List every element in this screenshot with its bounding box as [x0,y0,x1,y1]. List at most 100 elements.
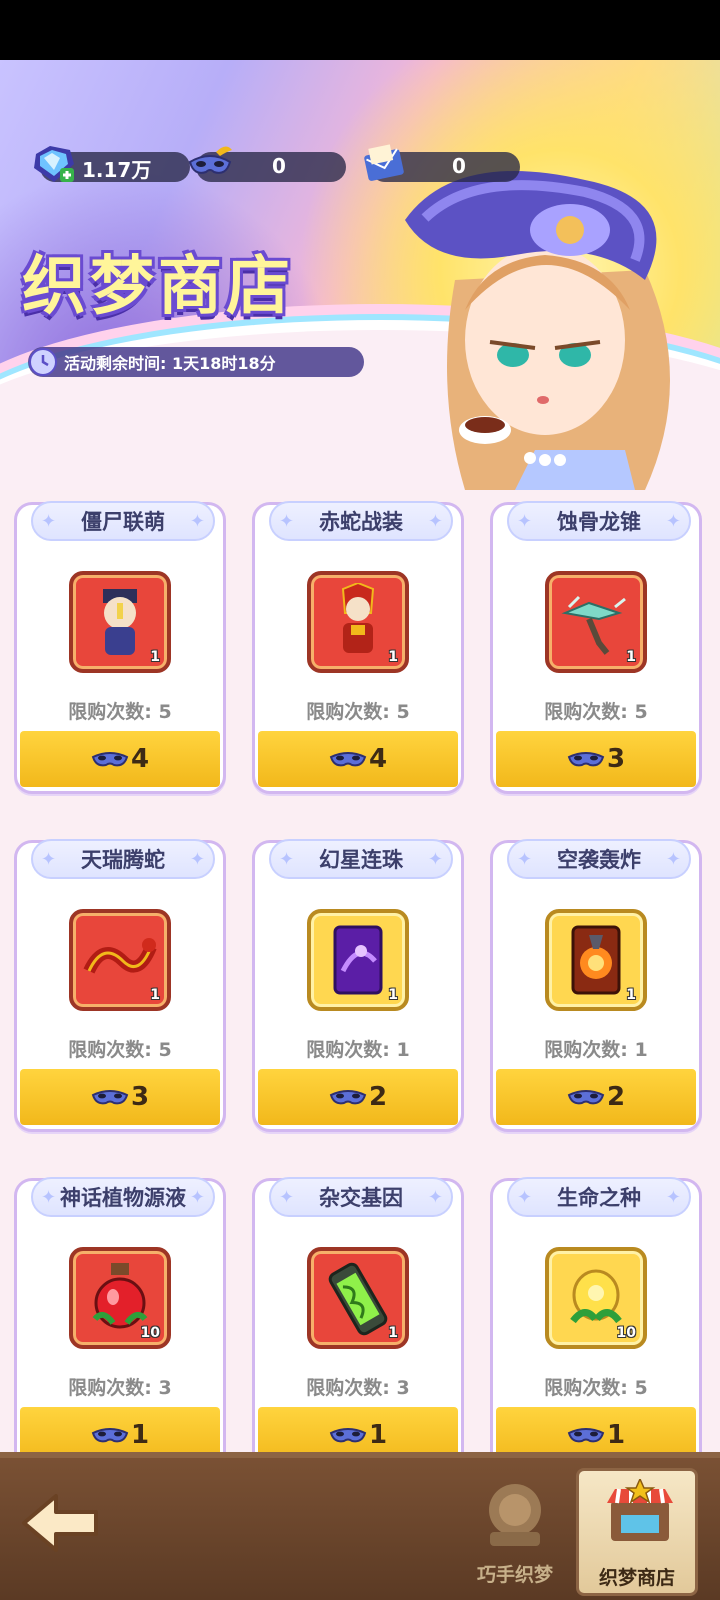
purchase-limit: 限购次数: 1 [544,1039,648,1061]
item-icon-frame[interactable]: 1 [545,571,647,673]
shop-item-card[interactable]: 神话植物源液 10 限购次数: 3 1 [14,1177,226,1465]
masquerade-mask-icon [91,752,129,767]
clock-icon [29,348,57,376]
item-name: 神话植物源液 [31,1177,215,1217]
item-count: 1 [388,1325,398,1341]
item-icon-frame[interactable]: 1 [307,1247,409,1349]
item-name: 生命之种 [507,1177,691,1217]
airstrike-card-icon [571,925,621,995]
masquerade-mask-icon [91,1090,129,1105]
shop-item-card[interactable]: 蚀骨龙锥 1 限购次数: 5 3 [490,501,702,794]
item-count: 10 [616,1325,636,1341]
buy-button[interactable]: 4 [20,731,220,787]
diamond-amount: 1.17万 [82,158,152,182]
price-amount: 3 [130,1082,150,1112]
price-amount: 4 [130,744,150,774]
buy-button[interactable]: 3 [496,731,696,787]
price-amount: 1 [606,1420,626,1450]
item-name: 杂交基因 [269,1177,453,1217]
envelope-currency[interactable]: 0 [364,144,520,182]
bone-dragon-weapon-icon [561,595,626,655]
shop-item-card[interactable]: 幻星连珠 1 限购次数: 1 2 [252,839,464,1132]
diamond-plus-icon [34,146,74,182]
envelope-amount: 0 [452,154,466,178]
item-name: 幻星连珠 [269,839,453,879]
purchase-limit: 限购次数: 3 [306,1377,410,1399]
purchase-limit: 限购次数: 5 [306,701,410,723]
tab-label: 巧手织梦 [476,1564,553,1586]
price-amount: 2 [368,1082,388,1112]
event-timer: 活动剩余时间: 1天18时18分 [28,347,364,377]
item-name: 空袭轰炸 [507,839,691,879]
item-icon-frame[interactable]: 10 [545,1247,647,1349]
shop-item-card[interactable]: 僵尸联萌 1 限购次数: 5 4 [14,501,226,794]
bottom-navigation: 巧手织梦 织梦商店 [0,1452,720,1600]
item-name: 赤蛇战装 [269,501,453,541]
weaving-workshop-icon [489,1484,541,1546]
timer-value: 1天18时18分 [171,354,276,373]
masquerade-mask-icon [91,1428,129,1443]
masquerade-mask-icon [329,752,367,767]
price-amount: 1 [130,1420,150,1450]
timer-label: 活动剩余时间: [64,354,172,373]
page-title: 织梦商店 [22,250,294,324]
item-icon-frame[interactable]: 1 [307,909,409,1011]
masquerade-mask-icon [567,752,605,767]
price-amount: 4 [368,744,388,774]
item-count: 10 [140,1325,160,1341]
header-banner: 1.17万 0 0 织梦商店 活动剩余时间: 1天18时18分 [0,60,720,490]
buy-button[interactable]: 2 [496,1069,696,1125]
buy-button[interactable]: 2 [258,1069,458,1125]
shop-item-card[interactable]: 空袭轰炸 1 限购次数: 1 2 [490,839,702,1132]
purple-star-card-icon [333,925,383,995]
price-amount: 3 [606,744,626,774]
item-icon-frame[interactable]: 1 [545,909,647,1011]
shop-item-card[interactable]: 杂交基因 1 限购次数: 3 1 [252,1177,464,1465]
gene-capsule-icon [328,1262,388,1336]
tab-weaving-workshop[interactable]: 巧手织梦 [454,1468,576,1596]
masquerade-mask-icon [188,146,232,174]
shop-item-card[interactable]: 天瑞腾蛇 1 限购次数: 5 3 [14,839,226,1132]
purchase-limit: 限购次数: 1 [306,1039,410,1061]
shop-item-card[interactable]: 赤蛇战装 1 限购次数: 5 4 [252,501,464,794]
zombie-character-icon [103,589,137,655]
purchase-limit: 限购次数: 5 [544,1377,648,1399]
mask-currency[interactable]: 0 [188,146,346,182]
item-icon-frame[interactable]: 10 [69,1247,171,1349]
masquerade-mask-icon [567,1090,605,1105]
item-count: 1 [388,987,398,1003]
price-amount: 1 [368,1420,388,1450]
item-name: 天瑞腾蛇 [31,839,215,879]
price-amount: 2 [606,1082,626,1112]
item-icon-frame[interactable]: 1 [69,909,171,1011]
diamond-currency[interactable]: 1.17万 [34,146,190,182]
item-count: 1 [626,987,636,1003]
shop-grid: 僵尸联萌 1 限购次数: 5 4 赤蛇战装 [0,490,720,1465]
tab-label: 织梦商店 [598,1567,675,1589]
purchase-limit: 限购次数: 3 [68,1377,172,1399]
item-count: 1 [150,649,160,665]
item-count: 1 [626,649,636,665]
shop-item-card[interactable]: 生命之种 10 限购次数: 5 1 [490,1177,702,1465]
purchase-limit: 限购次数: 5 [544,701,648,723]
soaring-snake-icon [83,938,157,974]
item-name: 蚀骨龙锥 [507,501,691,541]
tab-dream-shop[interactable]: 织梦商店 [576,1468,698,1596]
buy-button[interactable]: 4 [258,731,458,787]
item-icon-frame[interactable]: 1 [307,571,409,673]
masquerade-mask-icon [567,1428,605,1443]
item-icon-frame[interactable]: 1 [69,571,171,673]
letter-envelope-icon [364,144,404,181]
purchase-limit: 限购次数: 5 [68,1039,172,1061]
purchase-limit: 限购次数: 5 [68,701,172,723]
shop-stall-icon [607,1479,673,1541]
item-name: 僵尸联萌 [31,501,215,541]
back-arrow-icon[interactable] [18,1488,102,1558]
masquerade-mask-icon [329,1428,367,1443]
status-bar [0,0,720,60]
mask-amount: 0 [272,154,286,178]
buy-button[interactable]: 3 [20,1069,220,1125]
red-snake-warrior-icon [341,583,375,653]
tea-girl-illustration [405,171,670,490]
masquerade-mask-icon [329,1090,367,1105]
